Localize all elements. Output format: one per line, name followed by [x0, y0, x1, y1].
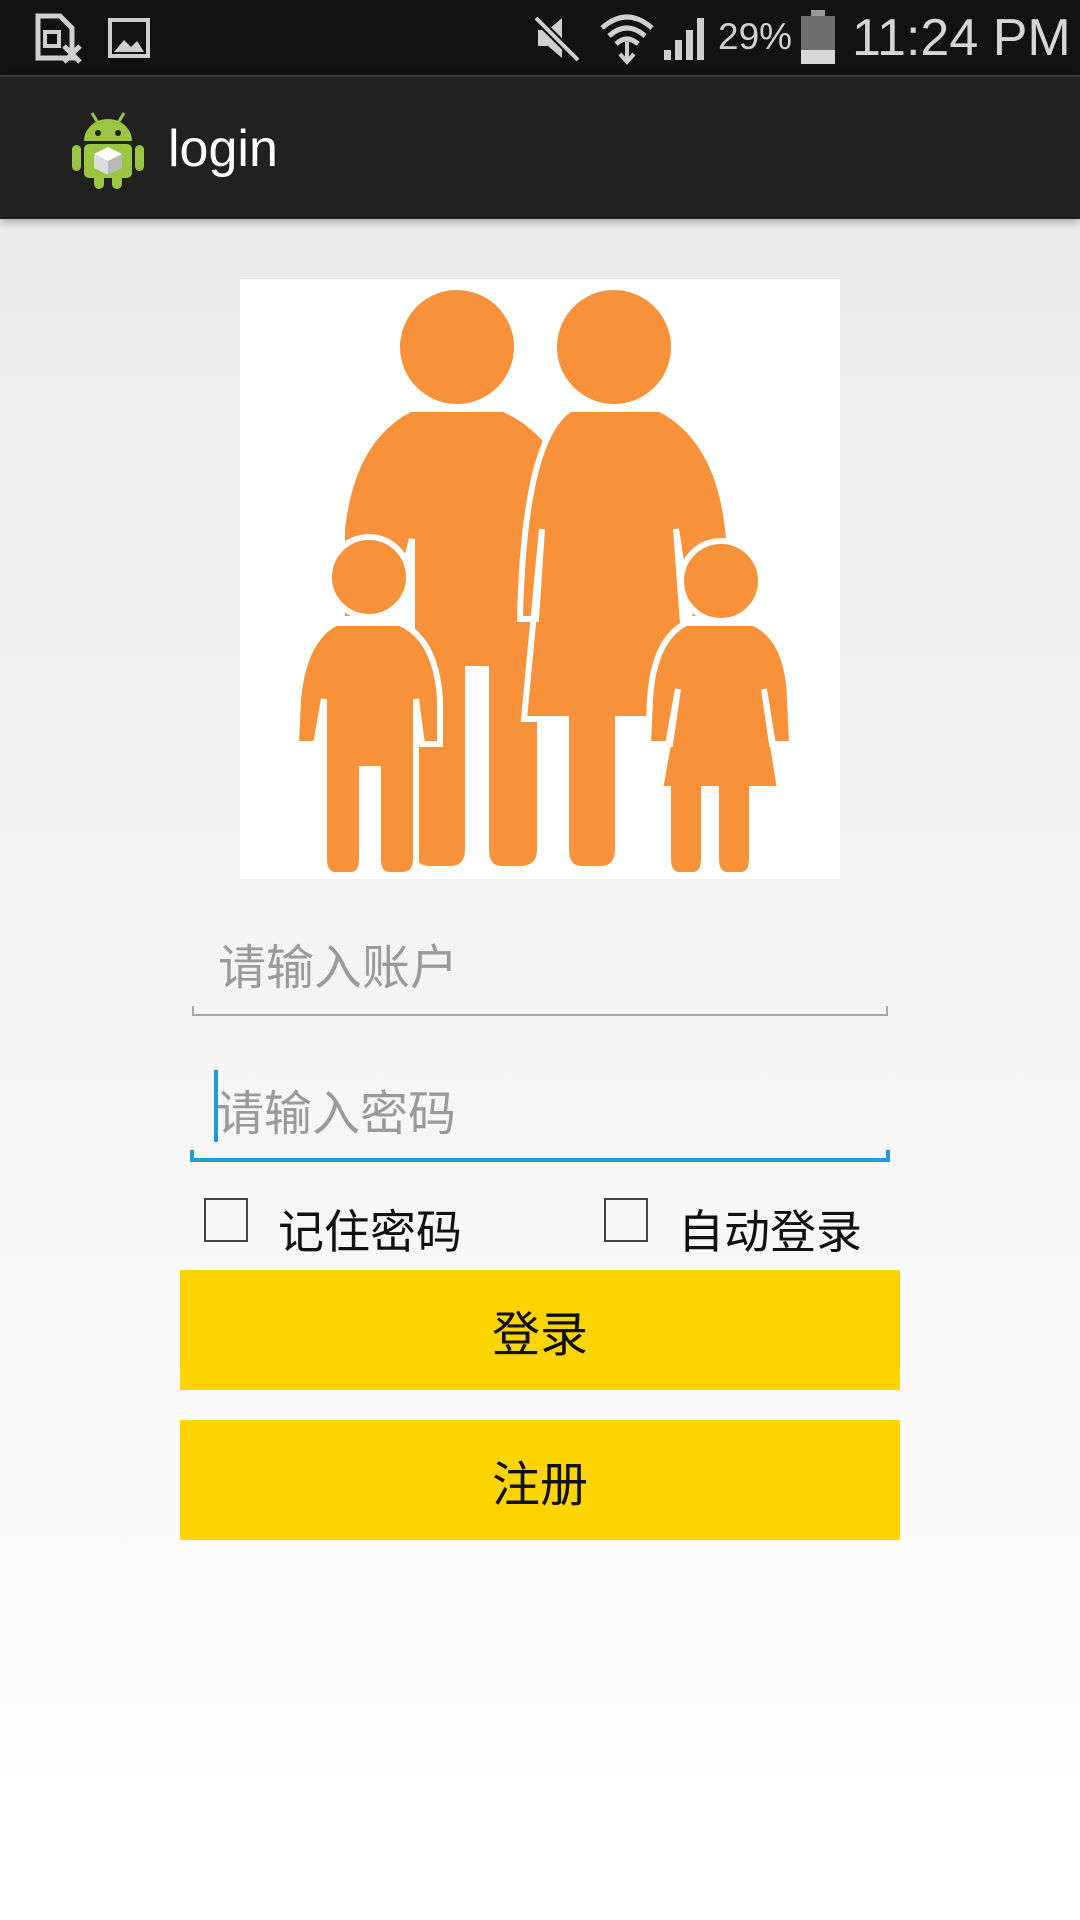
signal-icon	[664, 18, 704, 60]
remember-password-checkbox[interactable]	[204, 1198, 248, 1242]
family-logo-image	[240, 279, 840, 879]
account-underline	[192, 1006, 888, 1016]
image-icon	[108, 18, 150, 58]
battery-icon	[801, 10, 835, 64]
login-button[interactable]: 登录	[180, 1270, 900, 1390]
mute-icon	[533, 15, 581, 63]
options-row: 记住密码 自动登录	[0, 1196, 1080, 1259]
battery-percent: 29%	[718, 16, 793, 57]
auto-login-checkbox[interactable]	[604, 1198, 648, 1242]
status-bar: 29% 11:24 PM	[0, 0, 1080, 75]
app-title: login	[168, 120, 278, 178]
account-placeholder: 请输入账户	[218, 940, 459, 996]
remember-password-label[interactable]: 记住密码	[278, 1196, 462, 1262]
register-button[interactable]: 注册	[180, 1420, 900, 1540]
account-input[interactable]: 请输入账户	[192, 918, 888, 1016]
password-input[interactable]: 请输入密码	[190, 1064, 890, 1162]
status-clock: 11:24 PM	[852, 9, 1071, 67]
password-underline	[190, 1150, 890, 1162]
android-app-icon	[72, 112, 144, 189]
auto-login-label[interactable]: 自动登录	[678, 1196, 862, 1262]
wifi-icon	[600, 14, 654, 66]
action-bar: login	[0, 75, 1080, 219]
sim-card-off-icon	[35, 13, 82, 64]
password-placeholder: 请输入密码	[216, 1086, 457, 1142]
